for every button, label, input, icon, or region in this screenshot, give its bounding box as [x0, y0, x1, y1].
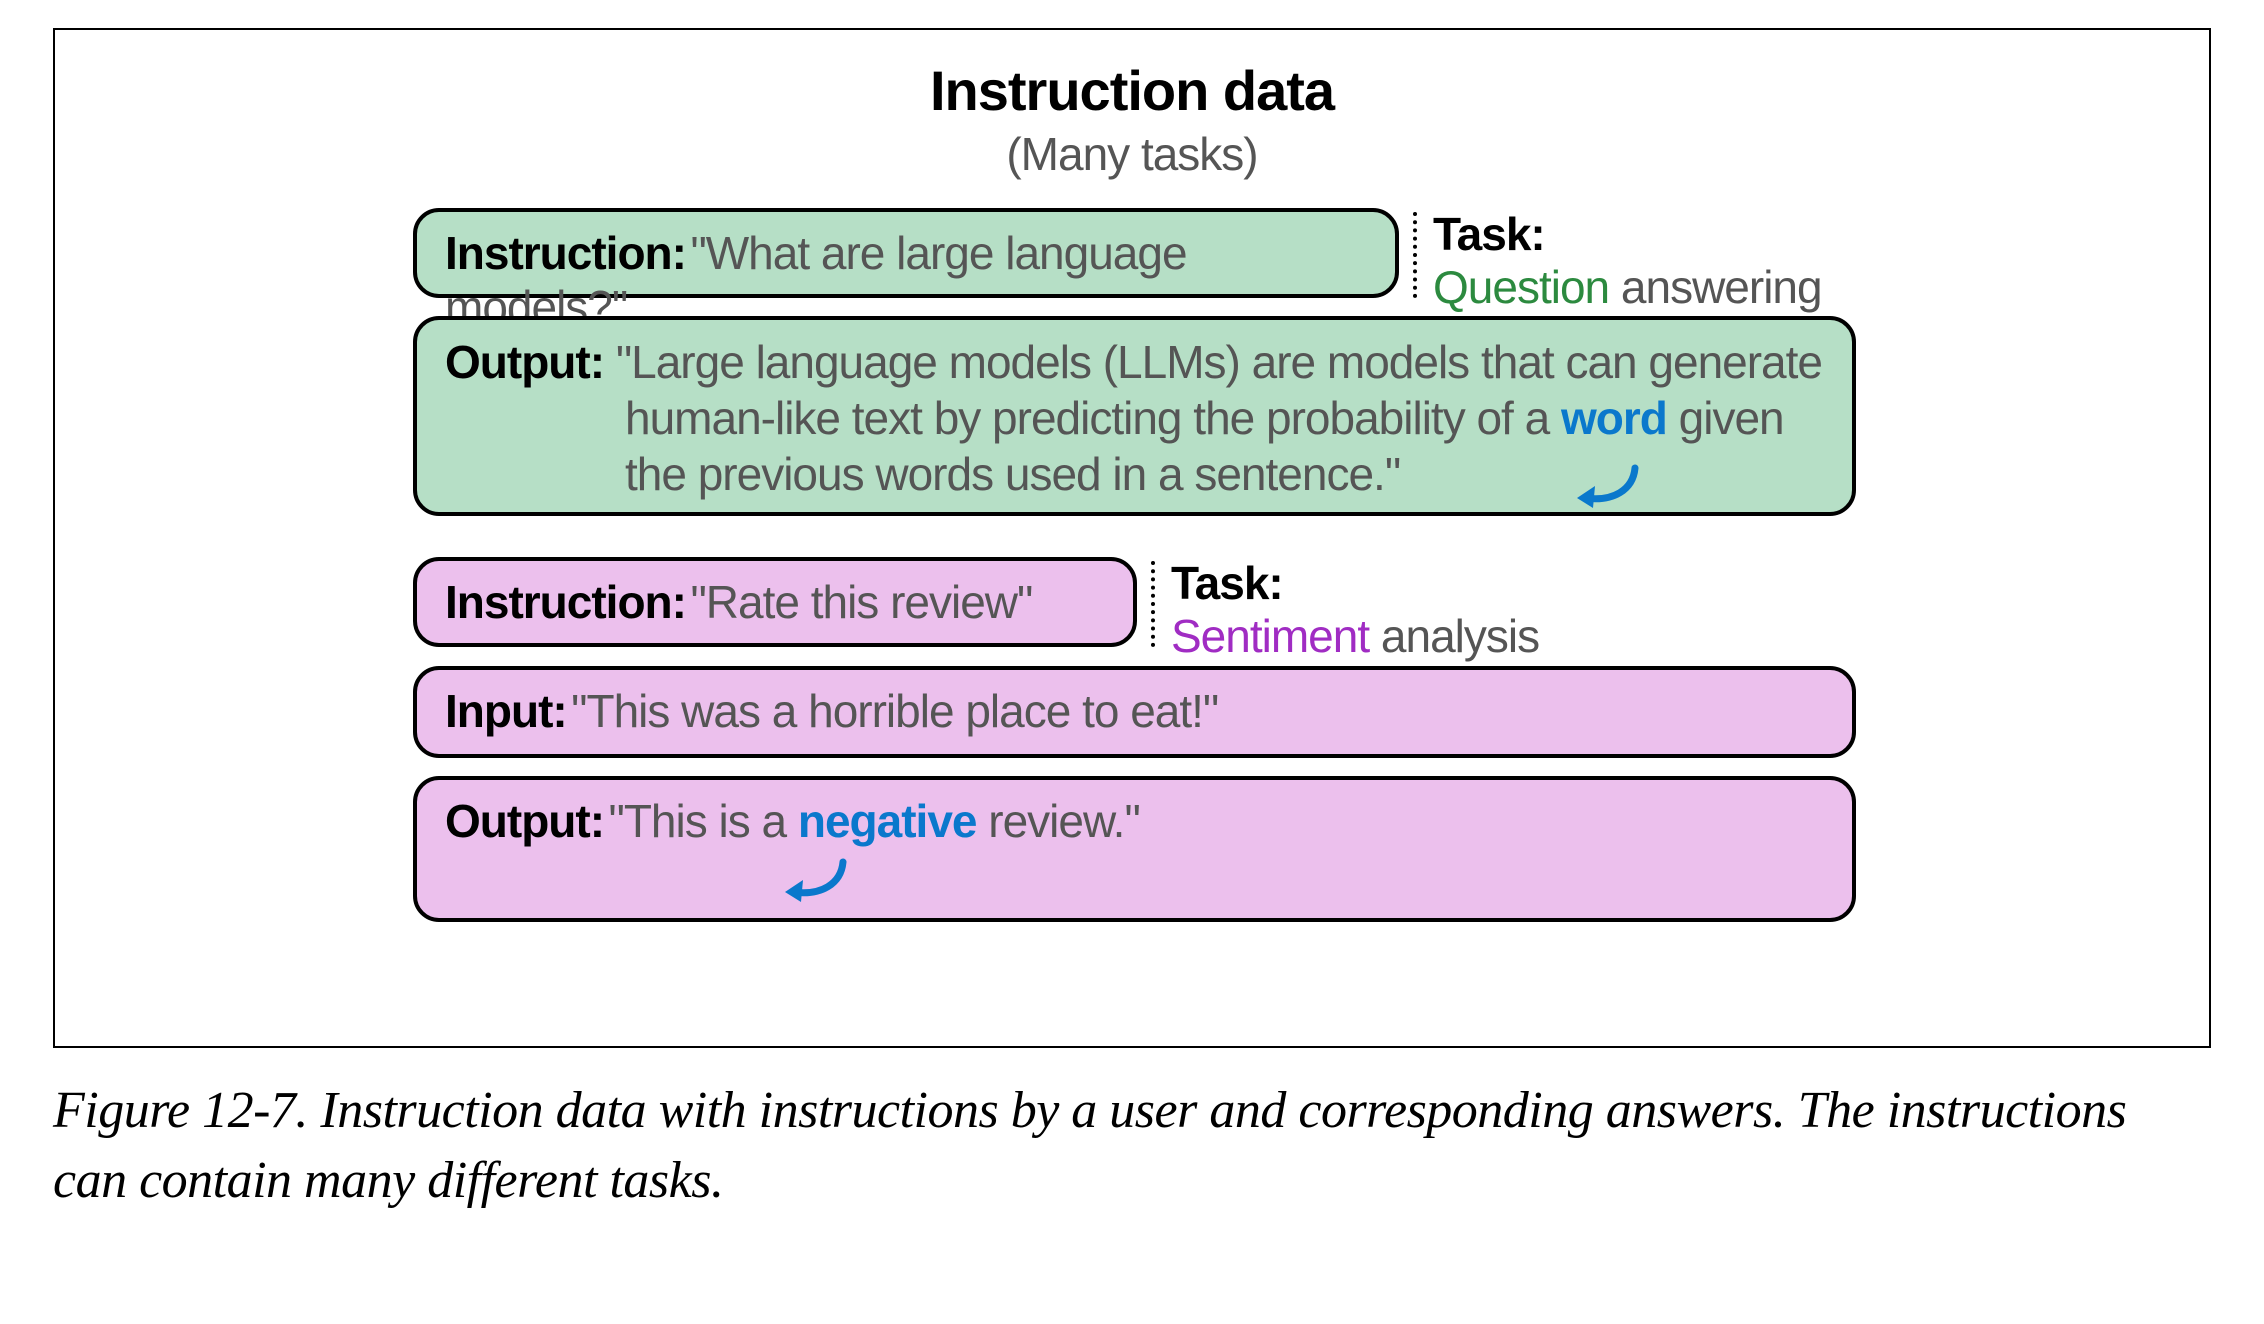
ex1-instruction-box: Instruction: "What are large language mo…: [413, 208, 1399, 298]
arrow-icon: [1573, 462, 1643, 510]
ex2-output-box: Output: "This is a negative review.": [413, 776, 1856, 922]
ex1-instruction-label: Instruction:: [445, 227, 686, 279]
diagram-frame: Instruction data (Many tasks) Instructio…: [53, 28, 2211, 1048]
ex1-dotted-separator: [1413, 212, 1417, 298]
ex2-input-box: Input: "This was a horrible place to eat…: [413, 666, 1856, 758]
ex2-task-highlight: Sentiment: [1171, 610, 1369, 662]
ex2-task-rest: analysis: [1369, 610, 1539, 662]
ex2-dotted-separator: [1151, 561, 1155, 647]
diagram-header: Instruction data (Many tasks): [55, 58, 2209, 181]
ex1-output-label: Output:: [445, 336, 604, 388]
ex2-task-label: Task: Sentiment analysis: [1171, 557, 1539, 663]
ex2-instruction-label: Instruction:: [445, 576, 686, 628]
ex2-task-head: Task:: [1171, 557, 1283, 609]
ex1-task-head: Task:: [1433, 208, 1545, 260]
ex2-instruction-text: "Rate this review": [690, 576, 1032, 628]
arrow-icon: [781, 856, 851, 904]
ex1-task-rest: answering: [1609, 261, 1821, 313]
ex2-input-label: Input:: [445, 685, 567, 737]
ex2-instruction-box: Instruction: "Rate this review": [413, 557, 1137, 647]
ex1-task-highlight: Question: [1433, 261, 1609, 313]
ex2-output-label: Output:: [445, 795, 604, 847]
header-title: Instruction data: [55, 58, 2209, 123]
ex1-task-label: Task: Question answering: [1433, 208, 1822, 314]
figure-caption: Figure 12-7. Instruction data with instr…: [53, 1076, 2203, 1216]
ex2-output-highlight: negative: [798, 795, 977, 847]
ex2-output-pre: "This is a: [608, 795, 797, 847]
header-subtitle: (Many tasks): [55, 127, 2209, 181]
ex2-output-post: review.": [977, 795, 1140, 847]
ex1-output-highlight: word: [1561, 392, 1667, 444]
ex2-input-text: "This was a horrible place to eat!": [571, 685, 1218, 737]
